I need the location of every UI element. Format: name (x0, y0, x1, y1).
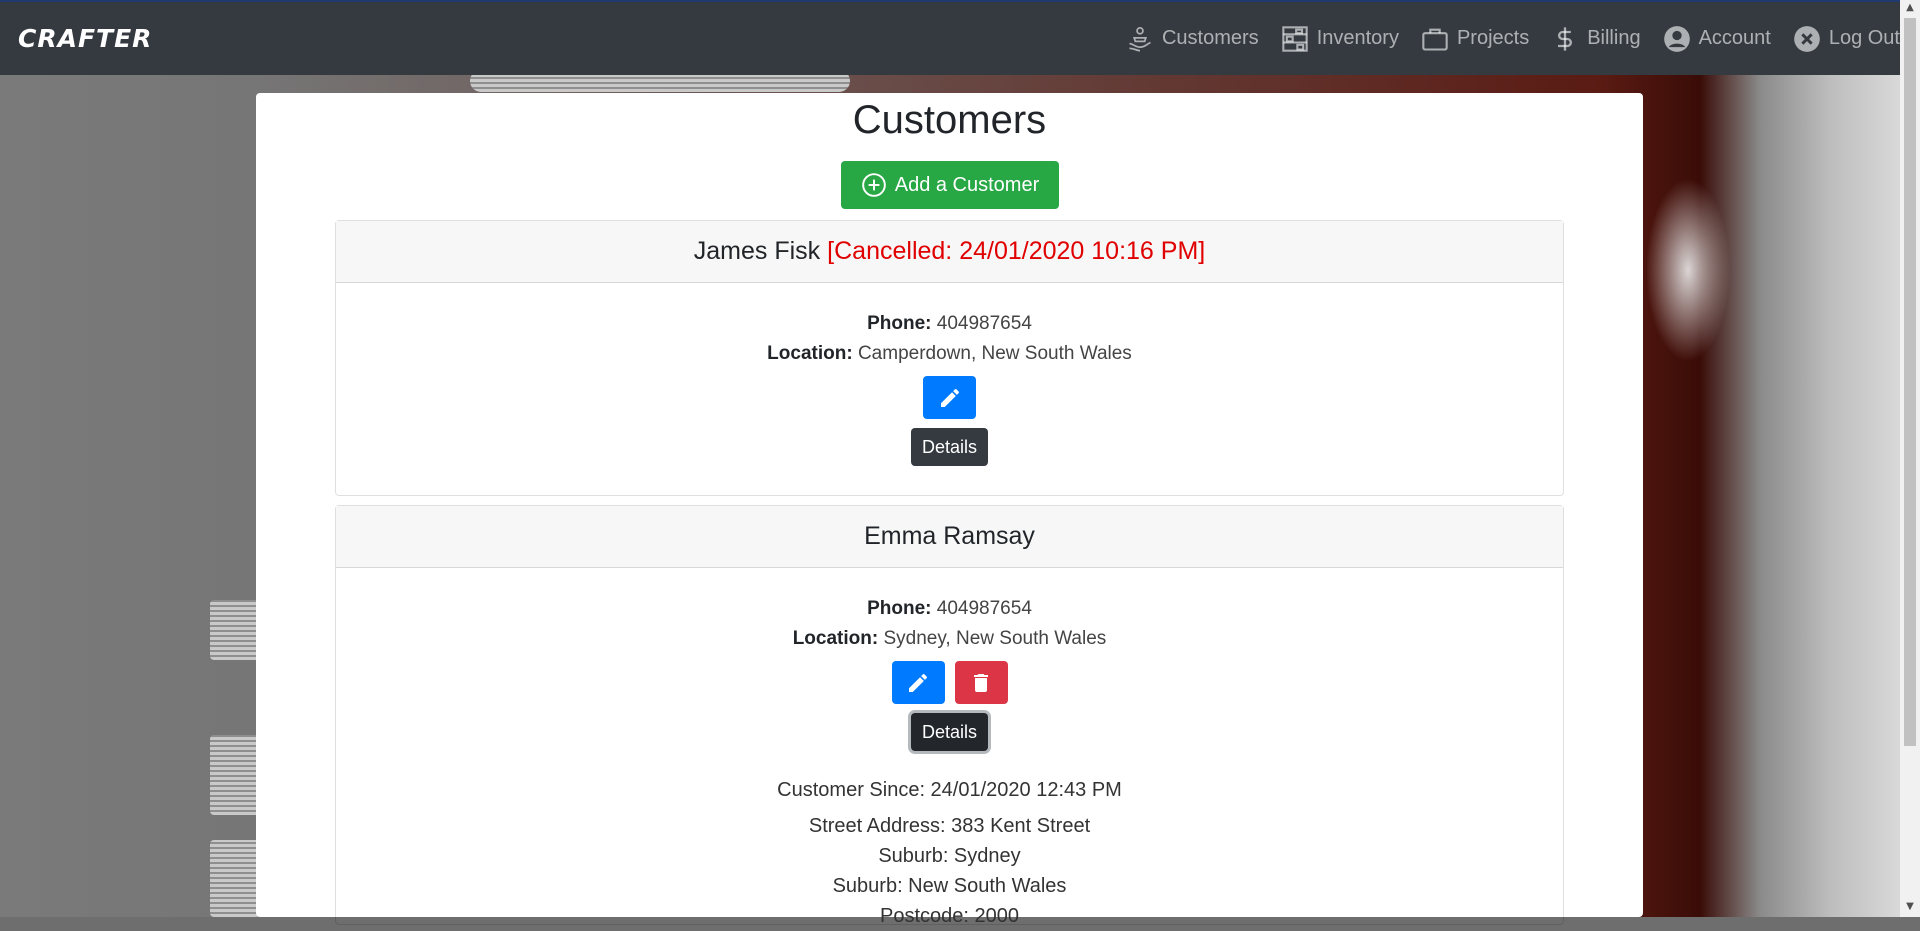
edit-button[interactable] (923, 376, 976, 419)
nav-logout-label: Log Out (1828, 27, 1900, 49)
nav-menu: Customers Inventory Projects Billing Acc… (1104, 2, 1900, 75)
customer-since: Customer Since: 24/01/2020 12:43 PM (777, 779, 1122, 801)
nav-logout[interactable]: Log Out (1793, 25, 1900, 53)
scroll-down-arrow-icon[interactable]: ▼ (1904, 901, 1916, 915)
cancelled-status: [Cancelled: 24/01/2020 10:16 PM] (827, 237, 1206, 265)
page-title: Customers (852, 98, 1047, 142)
add-customer-label: Add a Customer (894, 173, 1040, 196)
pencil-icon (940, 388, 959, 407)
main-panel: Customers Add a Customer James Fisk [Can… (256, 93, 1643, 927)
background-coin-stack (210, 735, 260, 815)
nav-billing-label: Billing (1587, 27, 1641, 49)
customers-icon (1129, 26, 1151, 52)
delete-button[interactable] (954, 661, 1008, 704)
scroll-thumb[interactable] (1904, 18, 1916, 746)
scroll-up-arrow-icon[interactable]: ▲ (1904, 2, 1916, 16)
action-buttons (336, 661, 1563, 704)
details-button[interactable]: Details (910, 713, 989, 751)
close-circle-icon (1793, 25, 1820, 52)
location-value: Sydney, New South Wales (883, 628, 1107, 649)
customer-card: James Fisk [Cancelled: 24/01/2020 10:16 … (335, 220, 1564, 496)
customer-card: Emma Ramsay Phone: 404987654 Location: S… (335, 505, 1564, 927)
page-scrollbar[interactable]: ▲ ▼ (1900, 0, 1920, 917)
action-buttons (336, 376, 1563, 419)
briefcase-icon (1422, 28, 1448, 51)
account-icon (1663, 25, 1690, 52)
customer-card-header: James Fisk [Cancelled: 24/01/2020 10:16 … (336, 221, 1563, 283)
nav-billing[interactable]: Billing (1551, 25, 1641, 53)
details-button[interactable]: Details (910, 428, 989, 466)
customer-card-body: Phone: 404987654 Location: Camperdown, N… (336, 283, 1563, 466)
location-row: Location: Camperdown, New South Wales (336, 339, 1563, 369)
postcode: Postcode: 2000 (880, 905, 1019, 927)
customer-name: James Fisk (693, 237, 821, 265)
street-address: Street Address: 383 Kent Street (808, 815, 1091, 837)
edit-button[interactable] (891, 661, 945, 704)
nav-customers-label: Customers (1161, 27, 1259, 49)
location-row: Location: Sydney, New South Wales (336, 624, 1563, 654)
nav-projects-label: Projects (1456, 27, 1530, 49)
phone-label: Phone: (867, 313, 932, 334)
state: Suburb: New South Wales (832, 875, 1067, 897)
inventory-icon (1281, 25, 1308, 52)
phone-label: Phone: (867, 598, 932, 619)
nav-inventory[interactable]: Inventory (1281, 25, 1399, 53)
phone-row: Phone: 404987654 (336, 594, 1563, 624)
nav-inventory-label: Inventory (1316, 27, 1399, 49)
customer-card-header: Emma Ramsay (336, 506, 1563, 568)
dollar-icon (1558, 26, 1573, 51)
customer-card-body: Phone: 404987654 Location: Sydney, New S… (336, 568, 1563, 931)
customer-name: Emma Ramsay (864, 522, 1035, 550)
top-navbar: CRAFTER Customers Inventory Projects Bil… (0, 0, 1920, 75)
nav-customers[interactable]: Customers (1126, 25, 1259, 53)
background-coin-stack (210, 600, 260, 660)
trash-icon (974, 673, 988, 692)
phone-value: 404987654 (936, 313, 1032, 334)
brand-logo[interactable]: CRAFTER (18, 24, 152, 53)
background-coin-stack (210, 840, 260, 917)
pencil-icon (909, 673, 928, 692)
nav-account-label: Account (1698, 27, 1771, 49)
add-customer-button[interactable]: Add a Customer (841, 161, 1059, 209)
location-label: Location: (767, 343, 853, 364)
suburb: Suburb: Sydney (878, 845, 1021, 867)
location-label: Location: (792, 628, 879, 649)
nav-account[interactable]: Account (1663, 25, 1771, 53)
phone-row: Phone: 404987654 (336, 309, 1563, 339)
nav-projects[interactable]: Projects (1421, 25, 1529, 53)
phone-value: 404987654 (936, 598, 1032, 619)
location-value: Camperdown, New South Wales (857, 343, 1132, 364)
plus-circle-icon (861, 173, 886, 197)
